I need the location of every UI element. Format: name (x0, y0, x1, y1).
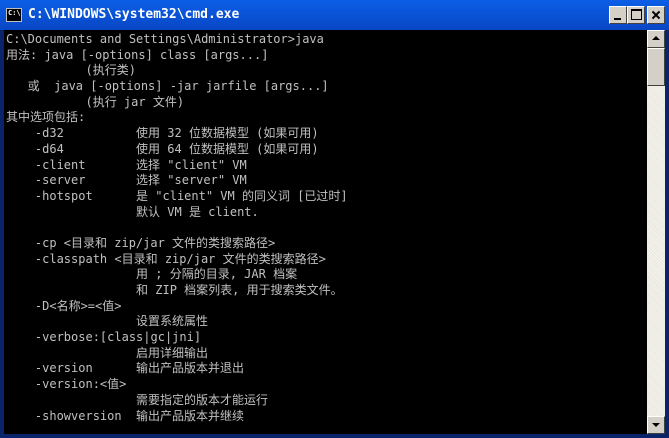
console-line: -classpath <目录和 zip/jar 文件的类搜索路径> (6, 251, 326, 266)
console-line: 或 java [-options] -jar jarfile [args...] (6, 79, 329, 94)
console-line: 用法: java [-options] class [args...] (6, 47, 269, 62)
console-line: -D<名称>=<值> (6, 298, 122, 313)
minimize-button[interactable] (609, 6, 627, 24)
scroll-up-button[interactable] (647, 30, 665, 48)
scroll-track[interactable] (647, 86, 665, 416)
console-line: -showversion 输出产品版本并继续 (6, 408, 245, 423)
console-line: (执行类) (6, 63, 136, 78)
console-line: -version:<值> (6, 377, 127, 392)
console-line: C:\Documents and Settings\Administrator>… (6, 32, 324, 46)
close-button[interactable] (647, 6, 665, 24)
console-line: 用 ; 分隔的目录, JAR 档案 (6, 267, 298, 282)
cmd-icon-glyph: C:\ (8, 9, 21, 17)
console-line: 设置系统属性 (6, 314, 209, 329)
console-line: -version 输出产品版本并退出 (6, 361, 245, 376)
cmd-window: C:\ C:\WINDOWS\system32\cmd.exe C:\Docum… (0, 0, 669, 438)
console-line: -verbose:[class|gc|jni] (6, 330, 202, 345)
scroll-down-button[interactable] (647, 416, 665, 434)
console-line: -cp <目录和 zip/jar 文件的类搜索路径> (6, 235, 276, 250)
console-line: (执行 jar 文件) (6, 94, 185, 109)
console-line: -client 选择 "client" VM (6, 157, 247, 172)
scroll-thumb[interactable] (647, 48, 665, 86)
window-title: C:\WINDOWS\system32\cmd.exe (28, 7, 240, 22)
console-line: 启用详细输出 (6, 345, 209, 360)
vertical-scrollbar[interactable] (647, 30, 665, 434)
console-line: 需要指定的版本才能运行 (6, 392, 269, 407)
console-line: 其中选项包括: (6, 110, 86, 125)
console-output[interactable]: C:\Documents and Settings\Administrator>… (4, 30, 647, 434)
console-line: 和 ZIP 档案列表, 用于搜索类文件。 (6, 283, 343, 297)
console-line: -hotspot 是 "client" VM 的同义词 [已过时] (6, 188, 348, 203)
console-text: C:\Documents and Settings\Administrator>… (4, 30, 647, 424)
maximize-button[interactable] (627, 6, 645, 24)
title-bar[interactable]: C:\ C:\WINDOWS\system32\cmd.exe (0, 0, 669, 30)
cmd-icon[interactable]: C:\ (6, 8, 22, 22)
console-line: -d64 使用 64 位数据模型 (如果可用) (6, 141, 319, 156)
console-line: 默认 VM 是 client. (6, 204, 259, 219)
console-line: -server 选择 "server" VM (6, 173, 247, 188)
console-line: -d32 使用 32 位数据模型 (如果可用) (6, 126, 319, 141)
